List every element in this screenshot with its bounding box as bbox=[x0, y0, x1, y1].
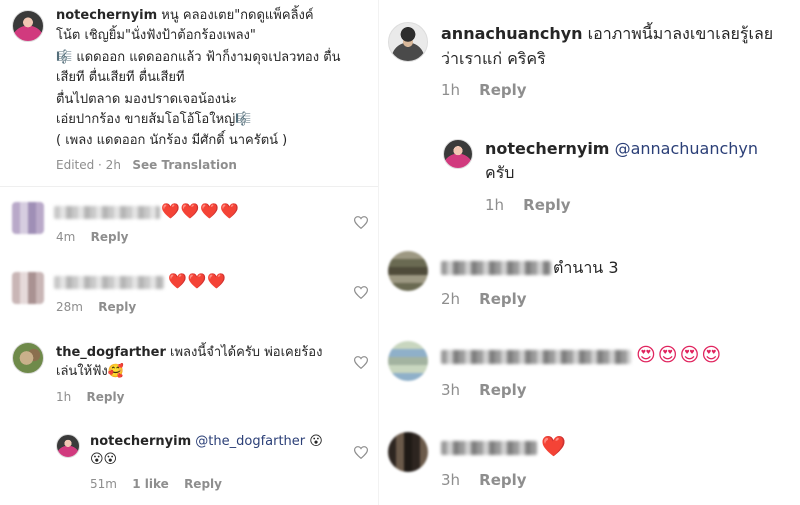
right-comments-panel: annachuanchyn เอาภาพนี้มาลงเขาเลยรู้เลย … bbox=[379, 0, 800, 505]
reply-button[interactable]: Reply bbox=[87, 390, 125, 404]
reply-button[interactable]: Reply bbox=[184, 477, 222, 491]
blurred-username bbox=[54, 206, 160, 219]
reply-button[interactable]: Reply bbox=[523, 196, 570, 214]
caption-meta: Edited · 2h See Translation bbox=[56, 158, 237, 172]
comment-emoji: 😍😍😍😍 bbox=[636, 344, 724, 366]
mention-link[interactable]: @the_dogfarther bbox=[195, 434, 305, 449]
comment-meta: 4m Reply bbox=[56, 230, 129, 244]
reply-button[interactable]: Reply bbox=[479, 290, 526, 308]
comment-meta: 3h Reply bbox=[441, 381, 527, 399]
avatar-blurred[interactable] bbox=[388, 251, 428, 291]
reply-button[interactable]: Reply bbox=[479, 381, 526, 399]
avatar[interactable] bbox=[388, 22, 428, 62]
caption-line-2: โน้ต เชิญยิ้ม"นั่งฟังป้าต้อกร้องเพลง" bbox=[56, 28, 256, 43]
comment-text: ตำนาน 3 bbox=[553, 258, 619, 277]
blurred-username bbox=[441, 441, 537, 455]
comment-time: 51m bbox=[90, 477, 117, 491]
comment-meta: 1h Reply bbox=[441, 81, 527, 99]
reply-button[interactable]: Reply bbox=[91, 230, 129, 244]
comment-emoji: ❤️❤️❤️❤️ bbox=[161, 202, 240, 220]
comment-time: 1h bbox=[441, 81, 461, 99]
reply-line-1: notechernyim @the_dogfarther 😮 bbox=[90, 434, 323, 449]
caption-line-7: ( เพลง แดดออก นักร้อง มีศักดิ์ นาครัตน์ … bbox=[56, 133, 288, 148]
mention-link[interactable]: @annachuanchyn bbox=[615, 139, 758, 158]
divider bbox=[0, 186, 379, 187]
reply-line-2: ครับ bbox=[485, 163, 515, 182]
caption-line-5: ตื่นไปตลาด มองปราดเจอน้องน่ะ bbox=[56, 92, 237, 107]
reply-username[interactable]: notechernyim bbox=[485, 139, 609, 158]
comment-meta: 51m 1 like Reply bbox=[90, 477, 222, 491]
like-heart-icon[interactable] bbox=[354, 286, 368, 299]
comment-line-1: the_dogfarther เพลงนี้จำได้ครับ พ่อเคยร้… bbox=[56, 345, 323, 360]
avatar[interactable] bbox=[12, 10, 44, 42]
comment-time: 2h bbox=[441, 290, 461, 308]
comment-time: 1h bbox=[56, 390, 72, 404]
avatar-blurred[interactable] bbox=[388, 432, 428, 472]
reply-button[interactable]: Reply bbox=[98, 300, 136, 314]
reply-button[interactable]: Reply bbox=[479, 471, 526, 489]
caption-line-4: เสียที ตื่นเสียที ตื่นเสียที bbox=[56, 70, 185, 85]
comment-time: 28m bbox=[56, 300, 83, 314]
likes-count[interactable]: 1 like bbox=[132, 477, 169, 491]
comment-meta: 2h Reply bbox=[441, 290, 527, 308]
comment-username[interactable]: the_dogfarther bbox=[56, 345, 166, 360]
caption-line-1: notechernyim หนู คลองเตย"กดดูแพ็คลิ้งค์ bbox=[56, 8, 314, 23]
reply-username[interactable]: notechernyim bbox=[90, 434, 191, 449]
comment-time: 1h bbox=[485, 196, 505, 214]
comment-line-2: เล่นให้ฟัง🥰 bbox=[56, 364, 124, 379]
comment-meta: 3h Reply bbox=[441, 471, 527, 489]
reply-button[interactable]: Reply bbox=[479, 81, 526, 99]
blurred-username bbox=[441, 261, 551, 275]
comment-line-1: annachuanchyn เอาภาพนี้มาลงเขาเลยรู้เลย bbox=[441, 24, 774, 43]
blurred-username bbox=[441, 350, 631, 364]
avatar[interactable] bbox=[56, 434, 80, 458]
avatar-blurred[interactable] bbox=[12, 272, 44, 304]
blurred-username bbox=[54, 276, 164, 289]
like-heart-icon[interactable] bbox=[354, 446, 368, 459]
comment-meta: 28m Reply bbox=[56, 300, 136, 314]
comment-meta: 1h Reply bbox=[485, 196, 571, 214]
comment-line-2: ว่าเราแก่ คริคริ bbox=[441, 49, 546, 68]
comment-time: 3h bbox=[441, 381, 461, 399]
avatar[interactable] bbox=[12, 342, 44, 374]
comment-time: 4m bbox=[56, 230, 76, 244]
comment-meta: 1h Reply bbox=[56, 390, 124, 404]
reply-line-1: notechernyim @annachuanchyn bbox=[485, 137, 758, 161]
caption-username[interactable]: notechernyim bbox=[56, 8, 157, 23]
edited-label: Edited · 2h bbox=[56, 158, 121, 172]
see-translation-link[interactable]: See Translation bbox=[132, 158, 237, 172]
comment-username[interactable]: annachuanchyn bbox=[441, 24, 583, 43]
comment-emoji: ❤️❤️❤️ bbox=[168, 272, 228, 290]
avatar-blurred[interactable] bbox=[12, 202, 44, 234]
caption-line-6: เอ่ยปากร้อง ขายส้มโอโอ้โอใหญ่🎼 bbox=[56, 112, 252, 127]
avatar[interactable] bbox=[443, 139, 473, 169]
like-heart-icon[interactable] bbox=[354, 356, 368, 369]
left-comments-panel: notechernyim หนู คลองเตย"กดดูแพ็คลิ้งค์ … bbox=[0, 0, 379, 505]
like-heart-icon[interactable] bbox=[354, 216, 368, 229]
reply-line-2: 😮😮 bbox=[90, 452, 118, 467]
comment-time: 3h bbox=[441, 471, 461, 489]
comment-emoji: ❤️ bbox=[541, 434, 567, 458]
avatar-blurred[interactable] bbox=[388, 341, 428, 381]
caption-line-3: 🎼 แดดออก แดดออกแล้ว ฟ้าก็งามดุจเปลวทอง ต… bbox=[56, 50, 341, 65]
